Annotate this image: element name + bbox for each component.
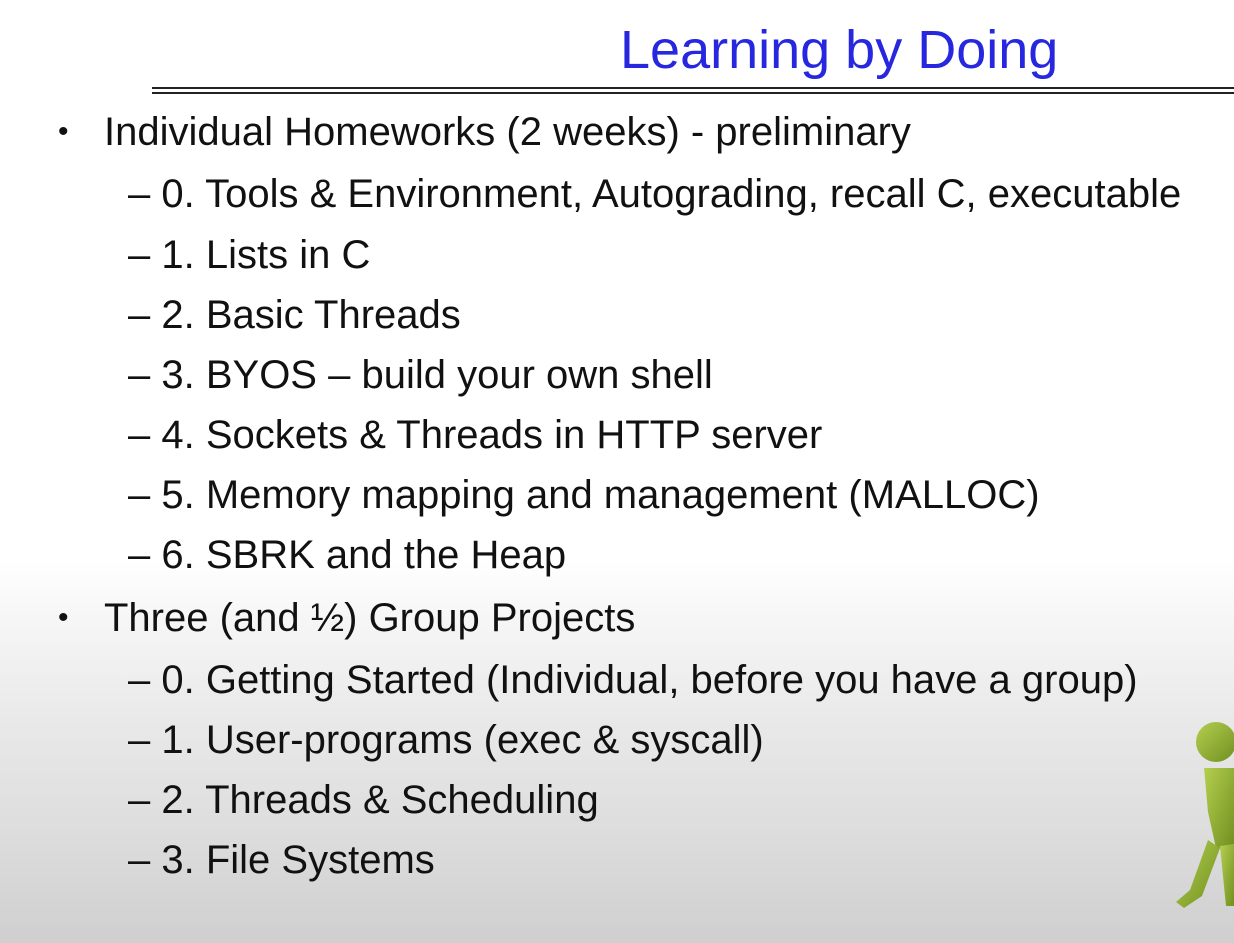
title-underline-top bbox=[152, 87, 1234, 89]
slide-title: Learning by Doing bbox=[620, 20, 1059, 80]
list-item: – 6. SBRK and the Heap bbox=[128, 533, 567, 577]
bullet-dot: • bbox=[58, 115, 69, 148]
bullet-heading: Three (and ½) Group Projects bbox=[104, 596, 636, 640]
slide: Learning by Doing • Individual Homeworks … bbox=[0, 0, 1234, 943]
list-item: – 1. Lists in C bbox=[128, 233, 371, 277]
list-item: – 5. Memory mapping and management (MALL… bbox=[128, 473, 1040, 517]
list-item: – 1. User-programs (exec & syscall) bbox=[128, 718, 764, 762]
list-item: – 2. Basic Threads bbox=[128, 293, 461, 337]
walking-figure-icon bbox=[1176, 722, 1234, 908]
list-item: – 0. Tools & Environment, Autograding, r… bbox=[128, 172, 1182, 216]
list-item: – 3. File Systems bbox=[128, 838, 435, 882]
bullet-heading: Individual Homeworks (2 weeks) - prelimi… bbox=[104, 110, 911, 154]
bullet-group-projects: • Three (and ½) Group Projects bbox=[58, 594, 635, 642]
list-item: – 4. Sockets & Threads in HTTP server bbox=[128, 413, 823, 457]
bullet-individual-homeworks: • Individual Homeworks (2 weeks) - prelim… bbox=[58, 108, 911, 156]
list-item: – 3. BYOS – build your own shell bbox=[128, 353, 713, 397]
list-item: – 2. Threads & Scheduling bbox=[128, 778, 599, 822]
title-underline-bottom bbox=[152, 92, 1234, 94]
list-item: – 0. Getting Started (Individual, before… bbox=[128, 658, 1138, 702]
bullet-dot: • bbox=[58, 601, 69, 634]
